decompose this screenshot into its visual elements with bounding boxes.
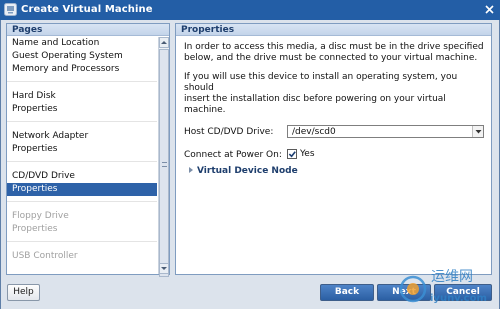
virtual-device-node-toggle[interactable]: Virtual Device Node	[189, 166, 298, 176]
help-button[interactable]: Help	[7, 284, 40, 301]
properties-header: Properties	[176, 24, 491, 36]
chevron-up-icon	[161, 41, 167, 44]
page-item-floppy-properties: Properties	[12, 224, 58, 234]
virtual-device-node-label: Virtual Device Node	[197, 166, 298, 176]
watermark-logo: 运维网 iyunv.com	[399, 269, 487, 304]
page-item-network-properties[interactable]: Properties	[7, 143, 157, 156]
pages-header: Pages	[7, 24, 169, 36]
description-line: insert the installation disc before powe…	[184, 94, 446, 115]
list-divider	[7, 81, 157, 82]
page-item-hard-disk-properties[interactable]: Properties	[7, 103, 157, 116]
watermark-text-bottom: iyunv.com	[430, 293, 487, 304]
page-item-hard-disk[interactable]: Hard Disk	[7, 90, 157, 103]
scroll-up-button[interactable]	[159, 37, 169, 48]
vm-icon	[4, 3, 17, 16]
page-item-name-and-location[interactable]: Name and Location	[7, 37, 157, 50]
page-item-cd-dvd-properties[interactable]: Properties	[7, 183, 157, 196]
page-item-memory-processors[interactable]: Memory and Processors	[7, 63, 157, 76]
dropdown-button[interactable]	[472, 126, 483, 137]
host-drive-select[interactable]: /dev/scd0	[287, 125, 484, 138]
scroll-down-button[interactable]	[159, 263, 169, 274]
description-line: below, and the drive must be connected t…	[184, 53, 478, 63]
page-item-guest-os[interactable]: Guest Operating System	[7, 50, 157, 63]
description-line: In order to access this media, a disc mu…	[184, 42, 484, 52]
page-item-network-adapter[interactable]: Network Adapter	[7, 130, 157, 143]
close-icon[interactable]	[485, 5, 494, 14]
expand-triangle-icon	[189, 167, 193, 173]
list-divider	[7, 161, 157, 162]
properties-content: In order to access this media, a disc mu…	[184, 42, 484, 176]
list-divider	[7, 121, 157, 122]
pages-list: Name and Location Guest Operating System…	[7, 37, 157, 274]
pages-scrollbar[interactable]	[158, 37, 169, 277]
page-item-usb-controller: USB Controller	[12, 251, 78, 261]
title-bar: Create Virtual Machine	[0, 0, 500, 20]
host-drive-label: Host CD/DVD Drive:	[184, 127, 274, 137]
connect-checkbox-label[interactable]: Yes	[300, 149, 315, 159]
watermark-text-top: 运维网	[431, 269, 473, 285]
connect-at-power-on-checkbox[interactable]	[287, 149, 297, 159]
grip-icon	[162, 162, 167, 167]
host-drive-value: /dev/scd0	[292, 127, 336, 137]
checkmark-icon	[288, 151, 296, 158]
dropdown-arrow-icon	[475, 130, 482, 134]
connect-at-power-on-label: Connect at Power On:	[184, 150, 282, 160]
list-divider	[7, 201, 157, 202]
scroll-thumb[interactable]	[159, 49, 169, 277]
page-item-cd-dvd-drive[interactable]: CD/DVD Drive	[7, 170, 157, 183]
properties-panel: Properties In order to access this media…	[175, 23, 492, 275]
chevron-down-icon	[161, 267, 167, 270]
description-line: If you will use this device to install a…	[184, 72, 458, 93]
list-divider	[7, 241, 157, 242]
back-button[interactable]: Back	[320, 284, 374, 301]
page-item-floppy-drive: Floppy Drive	[12, 211, 69, 221]
window-title: Create Virtual Machine	[21, 4, 153, 15]
pages-panel: Pages Name and Location Guest Operating …	[6, 23, 170, 277]
